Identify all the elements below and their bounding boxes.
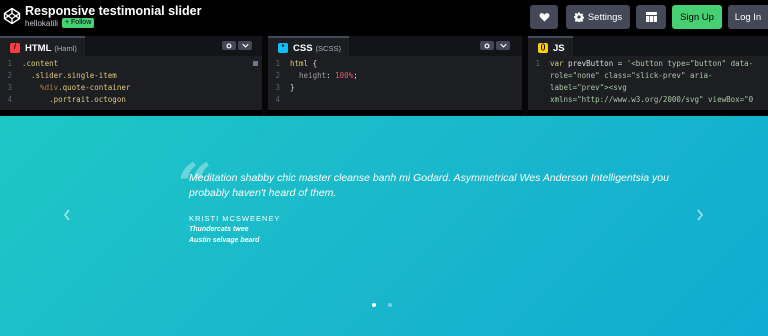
code-line: label="prev"><svg: [528, 82, 768, 94]
code-token: :: [326, 71, 336, 80]
pen-title: Responsive testimonial slider: [25, 4, 202, 18]
tab-preprocessor: (SCSS): [315, 43, 341, 53]
line-number: [528, 70, 550, 82]
tab-css[interactable]: * CSS (SCSS): [268, 36, 349, 58]
slider-dot[interactable]: [372, 303, 376, 307]
line-number: 3: [7, 83, 12, 92]
code-line: 2 .slider.single-item: [0, 70, 262, 82]
code-area[interactable]: 1 var prevButton = '<button type="button"…: [528, 58, 768, 110]
code-token: .quote-container: [58, 83, 131, 92]
code-line: 1 html {: [268, 58, 522, 70]
tab-html[interactable]: / HTML (Haml): [0, 36, 85, 58]
code-line: 1 var prevButton = '<button type="button"…: [528, 58, 768, 70]
slider-next-arrow-icon[interactable]: [695, 208, 705, 222]
css-editor[interactable]: * CSS (SCSS) 1 html {2 height: 100%; 3} 4: [268, 36, 522, 110]
code-line: 4 .portrait.octogon: [0, 94, 262, 106]
heart-button[interactable]: [530, 5, 558, 29]
html-icon: /: [10, 43, 20, 53]
code-token: label="prev"><svg: [550, 83, 627, 92]
editor-settings-button[interactable]: [480, 41, 494, 50]
code-token: {: [308, 59, 318, 68]
code-area[interactable]: 1 html {2 height: 100%; 3} 4: [268, 58, 522, 110]
code-line: role="none" class="slick-prev" aria-: [528, 70, 768, 82]
tab-preprocessor: (Haml): [54, 43, 77, 53]
code-line: 1 .content: [0, 58, 262, 70]
editor-collapse-button[interactable]: [238, 41, 252, 50]
code-token: '<button type="button" data-: [626, 59, 754, 68]
slider-dots: [372, 303, 392, 307]
code-token: height: [290, 71, 327, 80]
tab-label: HTML: [25, 42, 52, 54]
js-editor[interactable]: () JS 1 var prevButton = '<button type="b…: [528, 36, 768, 110]
code-line: 3}: [268, 82, 522, 94]
code-token: .content: [22, 59, 59, 68]
chevron-down-icon: [499, 43, 507, 48]
code-line: 2 height: 100%;: [268, 70, 522, 82]
gear-icon: [573, 12, 584, 22]
line-number: 2: [275, 71, 280, 80]
testimonial-role: Thundercats twee: [189, 226, 249, 233]
code-token: html: [290, 59, 309, 68]
line-number: 1: [535, 59, 540, 68]
author-name[interactable]: hellokatili: [25, 19, 58, 28]
layout-icon: [645, 12, 657, 22]
preview-pane: “ Meditation shabby chic master cleanse …: [0, 116, 768, 336]
follow-button[interactable]: + Follow: [62, 18, 95, 28]
tab-label: JS: [553, 42, 565, 54]
line-number: 2: [7, 71, 12, 80]
testimonial-role: Austin selvage beard: [189, 237, 260, 244]
testimonial-name: KRISTI MCSWEENEY: [189, 214, 281, 223]
testimonial-quote: Meditation shabby chic master cleanse ba…: [189, 172, 669, 199]
code-token: }: [290, 83, 295, 92]
line-number: 1: [7, 59, 12, 68]
code-area[interactable]: 1 .content 2 .slider.single-item 3 %div .quo…: [0, 58, 262, 110]
line-number: 3: [275, 83, 280, 92]
header: Responsive testimonial slider hellokatil…: [0, 0, 768, 35]
codepen-logo-icon[interactable]: [3, 7, 21, 25]
code-token: 100%: [335, 71, 354, 80]
css-icon: *: [278, 43, 288, 53]
heart-icon: [539, 13, 549, 22]
code-token: var: [550, 59, 564, 68]
change-view-button[interactable]: [636, 5, 666, 29]
code-token: .portrait.octogon: [22, 95, 126, 104]
editor-collapse-button[interactable]: [496, 41, 510, 50]
tab-js[interactable]: () JS: [528, 36, 573, 58]
line-number: 4: [7, 95, 12, 104]
chevron-down-icon: [241, 43, 249, 48]
code-line: xmlns="http://www.w3.org/2000/svg" viewB…: [528, 94, 768, 106]
slider-dot[interactable]: [388, 303, 392, 307]
js-icon: (): [538, 43, 548, 53]
signup-button[interactable]: Sign Up: [672, 5, 722, 29]
code-token: ;: [353, 71, 358, 80]
gear-icon: [226, 42, 232, 49]
scrollbar-thumb[interactable]: [253, 61, 258, 66]
html-editor[interactable]: / HTML (Haml) 1 .content 2 .slider.single-…: [0, 36, 262, 110]
code-line: 4: [268, 94, 522, 106]
line-number: [528, 94, 550, 106]
editor-settings-button[interactable]: [222, 41, 236, 50]
code-token: xmlns="http://www.w3.org/2000/svg" viewB…: [550, 95, 754, 104]
code-token: prevButton =: [563, 59, 627, 68]
code-line: 3 %div .quote-container: [0, 82, 262, 94]
code-token: role="none" class="slick-prev" aria-: [550, 71, 713, 80]
code-token: %div: [22, 83, 59, 92]
settings-button[interactable]: Settings: [566, 5, 630, 29]
gear-icon: [484, 42, 490, 49]
code-token: .slider.single-item: [22, 71, 117, 80]
slider-prev-arrow-icon[interactable]: [62, 208, 72, 222]
login-button[interactable]: Log In: [728, 5, 768, 29]
line-number: [528, 82, 550, 94]
settings-label: Settings: [587, 11, 623, 23]
line-number: 4: [275, 95, 280, 104]
line-number: 1: [275, 59, 280, 68]
tab-label: CSS: [293, 42, 313, 54]
